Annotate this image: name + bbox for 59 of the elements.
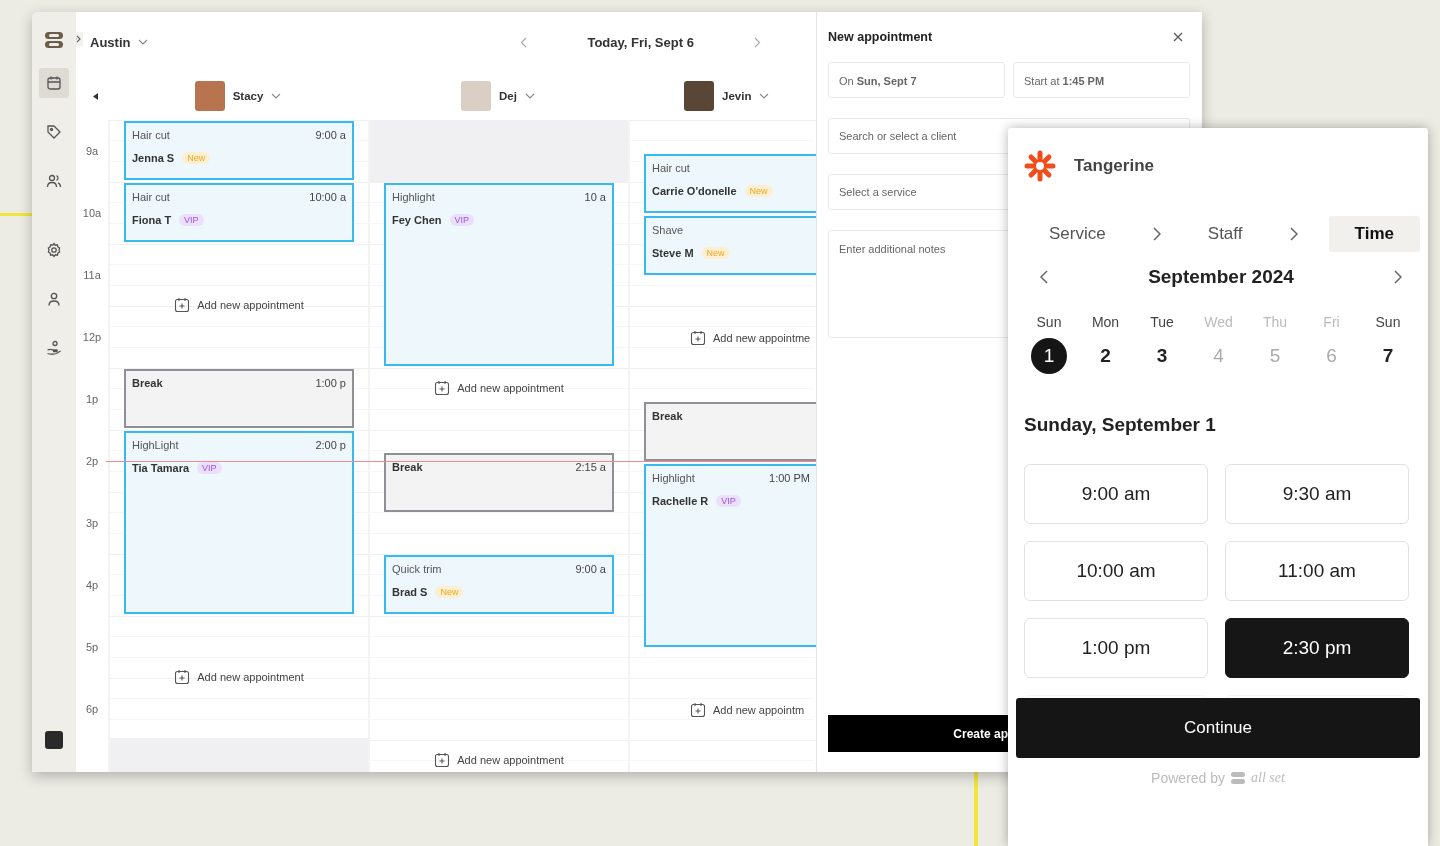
client-name: Rachelle R [652, 495, 709, 507]
client-tag: New [701, 247, 730, 259]
weekday-label: Mon [1091, 314, 1120, 330]
appointment-time: 2:15 a [575, 461, 606, 473]
hour-label: 2p [85, 455, 99, 467]
appointment-time: 1:00 p [315, 377, 346, 389]
service-name: Hair cut [132, 191, 170, 203]
weekday-label: Fri [1323, 314, 1340, 330]
date-title: Today, Fri, Sept 6 [587, 34, 694, 50]
client-tag: VIP [179, 214, 204, 226]
client-name: Brad S [392, 586, 428, 598]
service-name: Hair cut [652, 162, 690, 174]
weekday-label: Sun [1036, 314, 1062, 330]
powered-brand: all set [1251, 770, 1285, 786]
weekday-label: Sun [1375, 314, 1401, 330]
brand-name: Tangerine [1074, 156, 1154, 176]
appointment-time: 10:00 a [309, 191, 346, 203]
month-title: September 2024 [1148, 266, 1294, 288]
hour-label: 9a [85, 145, 99, 157]
client-name: Tia Tamara [132, 462, 190, 474]
client-tag: VIP [197, 462, 222, 474]
day-heading: Sunday, September 1 [1023, 414, 1217, 436]
service-name: HighLight [132, 439, 179, 451]
service-name: Shave [652, 224, 684, 236]
hour-label: 4p [85, 579, 99, 591]
hour-label: 6p [85, 703, 99, 715]
appointment-time: 2:00 p [315, 439, 346, 451]
service-name: Highlight [392, 191, 435, 203]
client-tag: VIP [449, 214, 475, 226]
service-name: Quick trim [392, 563, 442, 575]
service-name: Hair cut [132, 129, 170, 141]
hour-label: 5p [85, 641, 99, 653]
service-name: Break [652, 410, 683, 422]
hour-label: 3p [85, 517, 99, 529]
client-tag: VIP [716, 495, 741, 507]
client-name: Fiona T [132, 214, 172, 226]
weekday-label: Thu [1262, 314, 1288, 330]
panel-title: New appointment [828, 30, 933, 44]
service-name: Highlight [652, 472, 695, 484]
weekday-label: Tue [1150, 314, 1174, 330]
client-name: Fey Chen [392, 214, 442, 226]
hour-label: 11a [83, 269, 101, 281]
service-name: Break [392, 461, 423, 473]
appointment-time: 9:00 a [575, 563, 606, 575]
client-tag: New [744, 185, 773, 197]
client-tag: New [182, 152, 211, 164]
hour-label: 10a [82, 207, 102, 219]
hour-label: 1p [85, 393, 99, 405]
appointment-time: 9:00 a [315, 129, 346, 141]
client-name: Steve M [652, 247, 694, 259]
client-tag: New [435, 586, 464, 598]
weekday-label: Wed [1204, 314, 1233, 330]
powered-by-label: Powered by [1151, 770, 1226, 786]
hour-label: 12p [82, 331, 102, 343]
client-name: Jenna S [132, 152, 175, 164]
appointment-time: 1:00 PM [769, 472, 810, 484]
client-name: Carrie O'donelle [652, 185, 737, 197]
service-name: Break [132, 377, 163, 389]
appointment-time: 10 a [584, 191, 606, 203]
